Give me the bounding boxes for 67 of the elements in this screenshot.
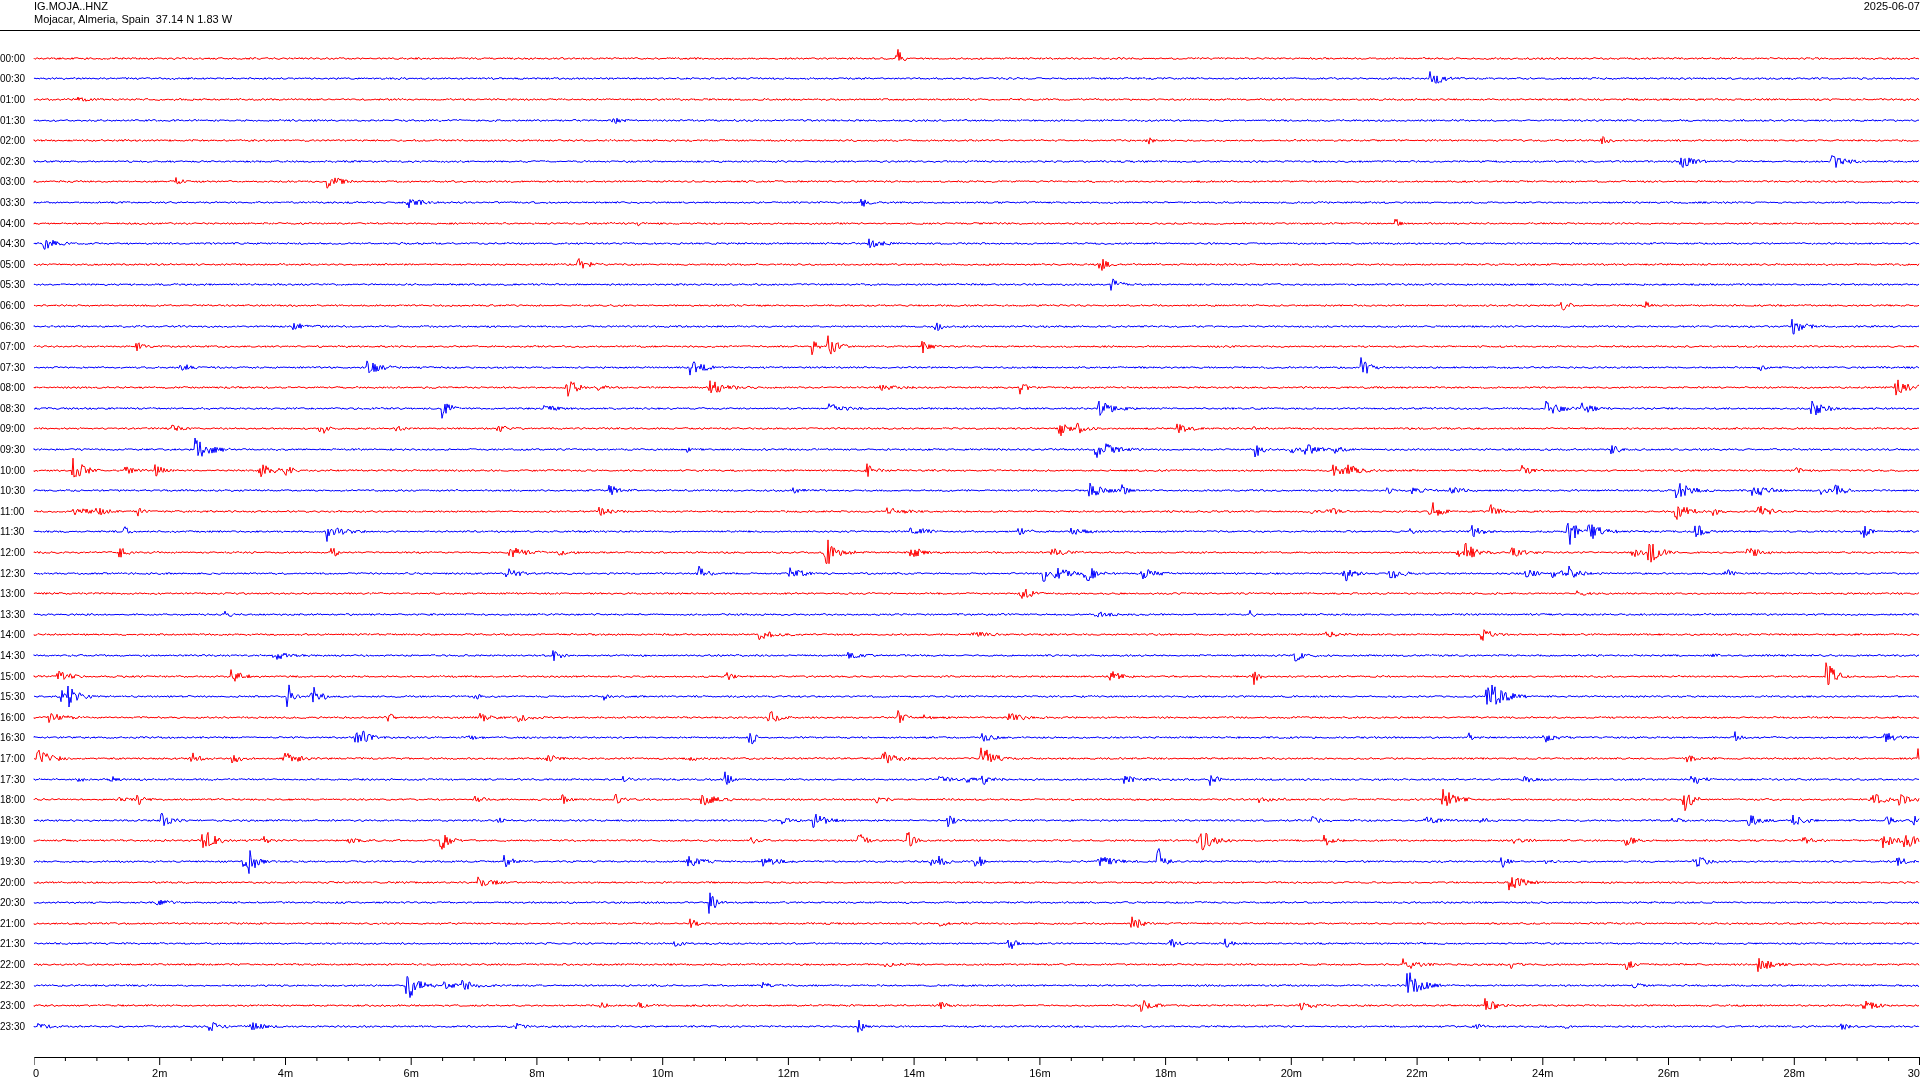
trace-time-label: 14:30 bbox=[0, 650, 27, 661]
axis-tick-label: 26m bbox=[1657, 1066, 1680, 1079]
axis-tick-label: 28m bbox=[1783, 1066, 1805, 1079]
trace-time-label: 11:00 bbox=[0, 505, 26, 517]
trace-time-label: 22:00 bbox=[0, 958, 27, 970]
trace-time-label: 23:30 bbox=[0, 1020, 27, 1032]
trace-time-label: 19:00 bbox=[0, 835, 27, 847]
trace-time-label: 02:00 bbox=[0, 135, 27, 147]
trace-time-label: 16:00 bbox=[0, 711, 27, 723]
trace-time-label: 12:00 bbox=[0, 547, 27, 559]
trace-time-label: 20:30 bbox=[0, 897, 27, 909]
axis-tick-label: 30 bbox=[1907, 1066, 1920, 1079]
trace-time-label: 17:30 bbox=[0, 773, 27, 785]
trace-time-label: 02:30 bbox=[0, 155, 27, 167]
trace-time-label: 22:30 bbox=[0, 979, 27, 991]
axis-tick-label: 8m bbox=[529, 1066, 545, 1079]
trace-time-label: 09:00 bbox=[0, 423, 27, 435]
trace-time-label: 05:00 bbox=[0, 258, 27, 270]
trace-time-label: 07:30 bbox=[0, 361, 27, 373]
trace-time-label: 10:00 bbox=[0, 464, 27, 476]
trace-time-label: 23:00 bbox=[0, 1000, 27, 1012]
station-code: IG.MOJA..HNZ bbox=[34, 0, 109, 13]
trace-time-label: 08:30 bbox=[0, 402, 27, 414]
trace-time-label: 01:00 bbox=[0, 94, 27, 105]
trace-time-label: 18:00 bbox=[0, 794, 27, 806]
axis-tick-label: 4m bbox=[277, 1066, 294, 1079]
trace-time-label: 00:00 bbox=[0, 52, 27, 64]
axis-tick-label: 22m bbox=[1406, 1066, 1428, 1079]
trace-time-label: 20:00 bbox=[0, 876, 27, 888]
trace-time-label: 08:00 bbox=[0, 382, 27, 394]
trace-time-label: 21:00 bbox=[0, 917, 27, 929]
axis-tick-label: 10m bbox=[651, 1066, 674, 1079]
trace-time-label: 17:00 bbox=[0, 753, 27, 764]
trace-time-label: 00:30 bbox=[0, 73, 27, 85]
station-location: Mojacar, Almeria, Spain 37.14 N 1.83 W bbox=[34, 13, 233, 26]
trace-time-label: 12:30 bbox=[0, 567, 27, 579]
trace-time-label: 03:00 bbox=[0, 176, 27, 188]
axis-tick-label: 20m bbox=[1280, 1066, 1303, 1079]
trace-time-label: 15:00 bbox=[0, 670, 27, 682]
trace-time-label: 13:00 bbox=[0, 588, 27, 600]
trace-time-label: 04:00 bbox=[0, 217, 27, 229]
trace-time-label: 03:30 bbox=[0, 196, 27, 208]
trace-time-label: 10:30 bbox=[0, 485, 27, 497]
trace-time-label: 11:30 bbox=[0, 526, 26, 538]
axis-tick-label: 6m bbox=[403, 1066, 419, 1079]
axis-tick-label: 18m bbox=[1154, 1066, 1177, 1079]
axis-tick-label: 0 bbox=[32, 1066, 40, 1079]
trace-time-label: 05:30 bbox=[0, 279, 27, 291]
trace-time-label: 09:30 bbox=[0, 444, 27, 456]
trace-time-label: 01:30 bbox=[0, 114, 27, 126]
axis-tick-label: 24m bbox=[1532, 1066, 1554, 1079]
trace-time-label: 15:30 bbox=[0, 691, 27, 703]
trace-time-label: 13:30 bbox=[0, 608, 27, 620]
trace-time-label: 19:30 bbox=[0, 855, 27, 867]
axis-tick-label: 2m bbox=[152, 1066, 168, 1079]
trace-time-label: 06:30 bbox=[0, 320, 27, 332]
trace-time-label: 18:30 bbox=[0, 814, 27, 826]
trace-time-label: 14:00 bbox=[0, 629, 27, 641]
axis-tick-label: 12m bbox=[777, 1066, 800, 1079]
trace-time-label: 21:30 bbox=[0, 938, 27, 950]
trace-time-label: 04:30 bbox=[0, 238, 27, 250]
trace-time-label: 07:00 bbox=[0, 341, 27, 353]
axis-tick-label: 16m bbox=[1029, 1066, 1051, 1079]
trace-time-label: 16:30 bbox=[0, 732, 27, 744]
trace-time-label: 06:00 bbox=[0, 299, 27, 311]
axis-tick-label: 14m bbox=[903, 1066, 925, 1079]
date-label: 2025-06-07 bbox=[1863, 0, 1920, 13]
